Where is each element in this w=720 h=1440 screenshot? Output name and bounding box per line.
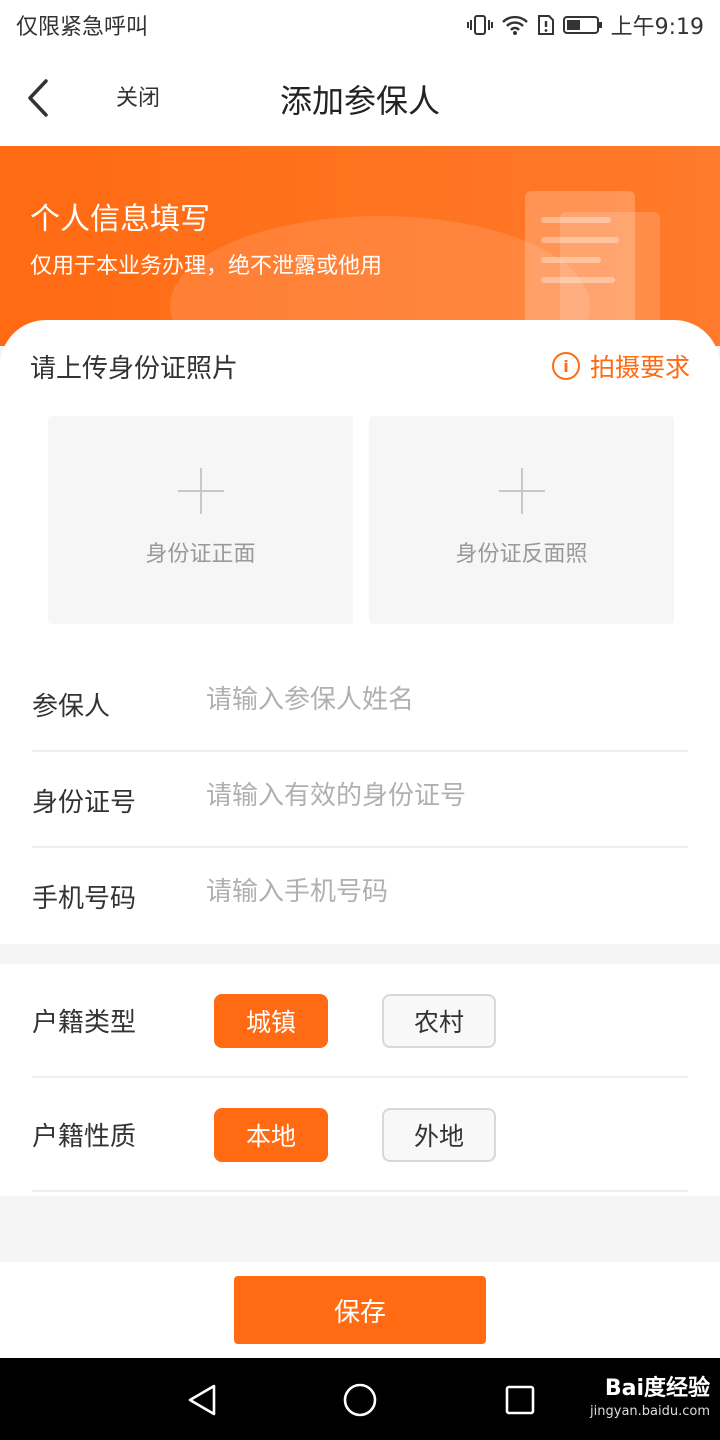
baidu-jingyan-watermark: Bai度经验 jingyan.baidu.com [590,1370,710,1419]
id-back-label: 身份证反面照 [455,542,588,567]
wifi-icon [501,14,529,36]
household-nature-nonlocal-option[interactable]: 外地 [382,1108,496,1162]
nav-bar: 关闭 添加参保人 [0,50,720,146]
status-bar: 仅限紧急呼叫 上午9:19 [0,0,720,50]
watermark-logo: Bai度经验 [604,1376,710,1401]
phone-input[interactable] [206,870,676,914]
id-front-label: 身份证正面 [145,542,256,567]
system-back-button[interactable] [180,1378,224,1422]
page-title: 添加参保人 [279,82,440,120]
photo-requirements-link[interactable]: i 拍摄要求 [551,348,690,384]
household-nature-row: 户籍性质 本地 外地 [32,1078,688,1192]
id-back-upload[interactable]: 身份证反面照 [369,416,674,624]
info-banner: 个人信息填写 仅用于本业务办理，绝不泄露或他用 [0,146,720,346]
info-icon: i [551,352,580,380]
triangle-back-icon [188,1384,216,1416]
photo-requirements-label: 拍摄要求 [589,353,690,382]
name-label: 参保人 [32,692,111,722]
save-button[interactable]: 保存 [234,1276,486,1344]
household-type-urban-option[interactable]: 城镇 [214,994,328,1048]
household-type-rural-option[interactable]: 农村 [382,994,496,1048]
household-nature-local-option[interactable]: 本地 [214,1108,328,1162]
banner-subtitle: 仅用于本业务办理，绝不泄露或他用 [30,254,383,279]
name-row: 参保人 [32,656,688,752]
plus-icon [498,468,545,514]
circle-home-icon [343,1383,377,1417]
id-number-row: 身份证号 [32,752,688,848]
household-type-row: 户籍类型 城镇 农村 [32,964,688,1078]
plus-icon [177,468,224,514]
carrier-text: 仅限紧急呼叫 [16,15,149,40]
id-number-input[interactable] [206,774,676,818]
upload-title: 请上传身份证照片 [30,354,239,384]
name-input[interactable] [206,678,676,722]
household-card: 户籍类型 城镇 农村 户籍性质 本地 外地 [0,964,720,1196]
status-icons: 上午9:19 [466,9,704,41]
id-number-label: 身份证号 [32,788,137,818]
system-recents-button[interactable] [498,1378,542,1422]
system-home-button[interactable] [338,1378,382,1422]
square-recents-icon [505,1385,535,1415]
clock-text: 上午9:19 [610,15,704,40]
sim-alert-icon [537,14,555,36]
form-card: 请上传身份证照片 i 拍摄要求 身份证正面 身份证反面照 参保人 身份证号 手机… [0,320,720,944]
phone-row: 手机号码 [32,848,688,944]
battery-icon [562,15,603,35]
save-bar: 保存 [0,1262,720,1358]
banner-title: 个人信息填写 [30,202,210,237]
household-nature-label: 户籍性质 [32,1122,137,1152]
document-icon [525,191,635,341]
watermark-url: jingyan.baidu.com [590,1404,710,1419]
phone-label: 手机号码 [32,884,137,914]
system-nav-bar: Bai度经验 jingyan.baidu.com [0,1358,720,1440]
id-front-upload[interactable]: 身份证正面 [48,416,353,624]
vibrate-icon [466,14,493,36]
household-type-label: 户籍类型 [32,1008,137,1038]
